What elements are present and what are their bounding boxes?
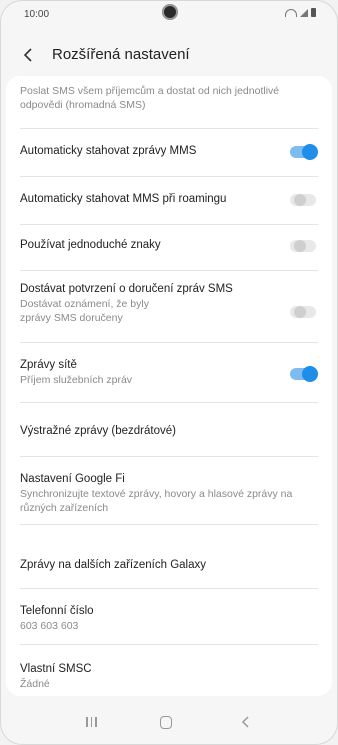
- battery-icon: [311, 8, 316, 17]
- setting-phone-number[interactable]: Telefonní číslo 603 603 603: [6, 604, 332, 633]
- signal-icon: [300, 8, 308, 17]
- front-camera: [162, 4, 178, 20]
- navigation-bar: [0, 702, 338, 745]
- network-messages-subtitle: Příjem služebních zpráv: [20, 374, 133, 386]
- network-messages-label: Zprávy sítě: [20, 359, 77, 371]
- simple-chars-toggle[interactable]: [290, 240, 316, 252]
- delivery-reports-label: Dostávat potvrzení o doručení zpráv SMS: [20, 283, 233, 295]
- page-title: Rozšířená nastavení: [52, 46, 190, 63]
- setting-other-devices[interactable]: Zprávy na dalších zařízeních Galaxy: [6, 558, 332, 582]
- wifi-icon: [285, 8, 297, 17]
- delivery-reports-toggle[interactable]: [290, 306, 316, 318]
- chevron-left-icon[interactable]: [20, 46, 38, 64]
- auto-mms-toggle[interactable]: [290, 144, 318, 160]
- phone-number-value: 603 603 603: [20, 620, 79, 632]
- status-icons: [285, 8, 316, 17]
- divider: [20, 588, 318, 589]
- setting-group-sms[interactable]: Poslat SMS všem příjemcům a dostat od ni…: [6, 84, 332, 112]
- delivery-reports-subtitle: Dostávat oznámení, že byly zprávy SMS do…: [20, 298, 149, 324]
- divider: [20, 224, 318, 225]
- other-devices-label: Zprávy na dalších zařízeních Galaxy: [20, 559, 206, 571]
- divider: [20, 176, 318, 177]
- divider: [20, 456, 318, 457]
- phone-screen: 10:00 Rozšířená nastavení Poslat SMS vše…: [0, 0, 338, 745]
- app-header: Rozšířená nastavení: [0, 38, 338, 72]
- setting-smsc[interactable]: Vlastní SMSC Žádné: [6, 662, 332, 691]
- network-messages-toggle[interactable]: [290, 366, 318, 382]
- setting-network-messages[interactable]: Zprávy sítě Příjem služebních zpráv: [6, 358, 332, 387]
- divider: [20, 644, 318, 645]
- smsc-value: Žádné: [20, 678, 50, 690]
- divider: [20, 524, 318, 525]
- auto-mms-roaming-label: Automaticky stahovat MMS při roamingu: [20, 193, 227, 205]
- simple-chars-label: Používat jednoduché znaky: [20, 239, 161, 251]
- google-fi-subtitle: Synchronizujte textové zprávy, hovory a …: [20, 488, 293, 514]
- settings-list: Poslat SMS všem příjemcům a dostat od ni…: [6, 76, 332, 696]
- back-arrow-icon[interactable]: [240, 714, 250, 734]
- emergency-alerts-label: Výstražné zprávy (bezdrátové): [20, 425, 176, 437]
- divider: [20, 128, 318, 129]
- setting-simple-chars[interactable]: Používat jednoduché znaky: [6, 238, 332, 262]
- google-fi-label: Nastavení Google Fi: [20, 473, 125, 485]
- divider: [20, 342, 318, 343]
- status-time: 10:00: [24, 9, 50, 20]
- divider: [20, 402, 318, 403]
- setting-emergency-alerts[interactable]: Výstražné zprávy (bezdrátové): [6, 424, 332, 448]
- divider: [20, 270, 318, 271]
- setting-auto-mms[interactable]: Automaticky stahovat zprávy MMS: [6, 144, 332, 168]
- group-sms-text: Poslat SMS všem příjemcům a dostat od ni…: [20, 85, 280, 111]
- status-bar: 10:00: [0, 0, 338, 28]
- recent-apps-icon[interactable]: [86, 717, 97, 727]
- smsc-label: Vlastní SMSC: [20, 663, 92, 675]
- setting-delivery-reports[interactable]: Dostávat potvrzení o doručení zpráv SMS …: [6, 282, 332, 325]
- phone-number-label: Telefonní číslo: [20, 605, 94, 617]
- home-icon[interactable]: [160, 716, 172, 729]
- auto-mms-roaming-toggle[interactable]: [290, 194, 316, 206]
- auto-mms-label: Automaticky stahovat zprávy MMS: [20, 145, 197, 157]
- setting-auto-mms-roaming[interactable]: Automaticky stahovat MMS při roamingu: [6, 192, 332, 216]
- setting-google-fi[interactable]: Nastavení Google Fi Synchronizujte texto…: [6, 472, 332, 515]
